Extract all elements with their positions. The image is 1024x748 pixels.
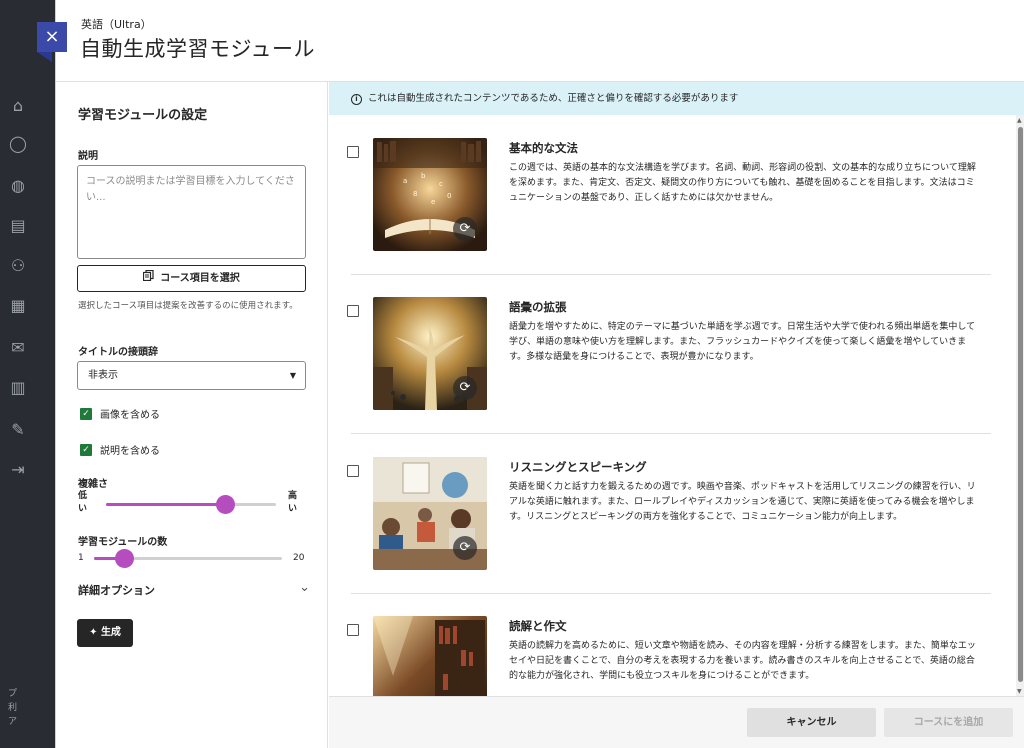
svg-text:e: e bbox=[431, 198, 435, 206]
svg-text:b: b bbox=[421, 172, 426, 180]
info-banner: i これは自動生成されたコンテンツであるため、正確さと偏りを確認する必要があります bbox=[329, 82, 1024, 115]
caret-down-icon: ▼ bbox=[289, 371, 296, 380]
background-footer-text: ア bbox=[8, 717, 18, 727]
title-prefix-label: タイトルの接頭辞 bbox=[78, 347, 158, 358]
description-textarea[interactable]: コースの説明または学習目標を入力してください... bbox=[77, 165, 306, 259]
scroll-up-icon[interactable]: ▲ bbox=[1017, 117, 1022, 124]
module-count-slider[interactable] bbox=[94, 549, 282, 568]
profile-icon: ◯ bbox=[9, 134, 27, 153]
divider bbox=[351, 274, 991, 275]
messages-icon: ✉ bbox=[11, 338, 25, 357]
title-prefix-dropdown[interactable]: 非表示 ▼ bbox=[77, 361, 306, 390]
divider bbox=[351, 433, 991, 434]
modal-footer: キャンセル コースにを追加 bbox=[329, 696, 1024, 748]
auto-generate-modal: 英語（Ultra） 自動生成学習モジュール 学習モジュールの設定 説明 コースの… bbox=[55, 0, 1024, 748]
modal-title: 自動生成学習モジュール bbox=[80, 37, 316, 61]
globe-icon: ◍ bbox=[11, 176, 25, 195]
settings-panel: 学習モジュールの設定 説明 コースの説明または学習目標を入力してください... … bbox=[56, 82, 328, 748]
svg-text:c: c bbox=[439, 180, 443, 188]
modal-subtitle: 英語（Ultra） bbox=[81, 18, 152, 31]
complexity-slider[interactable] bbox=[106, 495, 276, 514]
include-images-label: 画像を含める bbox=[100, 410, 160, 421]
module-title: 読解と作文 bbox=[509, 619, 567, 633]
svg-text:8: 8 bbox=[413, 190, 417, 198]
include-images-checkbox[interactable]: ✓ 画像を含める bbox=[80, 406, 160, 421]
module-checkbox[interactable] bbox=[347, 146, 359, 158]
courses-icon: ▤ bbox=[10, 216, 26, 235]
close-icon: × bbox=[44, 26, 60, 47]
module-list-panel: i これは自動生成されたコンテンツであるため、正確さと偏りを確認する必要があります… bbox=[329, 82, 1024, 696]
module-list-scrollbar[interactable]: ▲ ▼ bbox=[1016, 115, 1024, 696]
module-checkbox[interactable] bbox=[347, 624, 359, 636]
select-course-items-button[interactable]: コース項目を選択 bbox=[77, 265, 306, 292]
title-prefix-value: 非表示 bbox=[88, 370, 118, 381]
module-count-max: 20 bbox=[293, 553, 305, 563]
module-checkbox[interactable] bbox=[347, 465, 359, 477]
module-title: リスニングとスピーキング bbox=[509, 460, 647, 474]
module-description: この週では、英語の基本的な文法構造を学びます。名詞、動詞、形容詞の役割、文の基本… bbox=[509, 163, 976, 203]
add-to-course-button[interactable]: コースにを追加 bbox=[884, 708, 1013, 737]
info-banner-text: これは自動生成されたコンテンツであるため、正確さと偏りを確認する必要があります bbox=[368, 93, 739, 104]
include-descriptions-checkbox[interactable]: ✓ 説明を含める bbox=[80, 442, 160, 457]
module-checkbox[interactable] bbox=[347, 305, 359, 317]
modal-header: 英語（Ultra） 自動生成学習モジュール bbox=[56, 0, 1024, 82]
svg-text:0: 0 bbox=[447, 192, 451, 200]
module-title: 基本的な文法 bbox=[509, 141, 578, 155]
scrollbar-thumb[interactable] bbox=[1018, 127, 1023, 682]
chevron-down-icon: ⌄ bbox=[299, 580, 310, 595]
complexity-high-label: 高い bbox=[288, 491, 298, 514]
background-footer-text: プ bbox=[8, 689, 18, 699]
complexity-label: 複雑さ bbox=[78, 479, 108, 490]
document-stack-icon bbox=[143, 266, 154, 291]
close-button[interactable]: × bbox=[37, 22, 67, 52]
complexity-slider-fill bbox=[106, 503, 225, 506]
select-course-items-label: コース項目を選択 bbox=[160, 273, 240, 284]
advanced-options-toggle[interactable]: 詳細オプション ⌄ bbox=[78, 580, 310, 598]
module-image: ⟳ bbox=[373, 457, 487, 570]
calendar-icon: ▦ bbox=[10, 296, 26, 315]
settings-heading: 学習モジュールの設定 bbox=[78, 108, 208, 123]
info-icon: i bbox=[351, 94, 362, 105]
background-sidebar: ⌂ ◯ ◍ ▤ ⚇ ▦ ✉ ▥ ✎ ⇥ プ 利 ア bbox=[0, 0, 60, 748]
module-image: a b c 8 0 e ⟳ bbox=[373, 138, 487, 251]
module-title: 語彙の拡張 bbox=[509, 300, 567, 314]
module-description: 英語を聞く力と話す力を鍛えるための週です。映画や音楽、ポッドキャストを活用してリ… bbox=[509, 482, 976, 522]
divider bbox=[351, 593, 991, 594]
background-footer-text: 利 bbox=[8, 703, 18, 713]
svg-text:a: a bbox=[403, 177, 407, 185]
include-descriptions-label: 説明を含める bbox=[100, 446, 160, 457]
complexity-slider-thumb[interactable] bbox=[216, 495, 235, 514]
refresh-icon[interactable]: ⟳ bbox=[453, 217, 477, 241]
checkmark-icon: ✓ bbox=[80, 407, 92, 420]
module-description: 英語の読解力を高めるために、短い文章や物語を読み、その内容を理解・分析する練習を… bbox=[509, 641, 976, 681]
module-description: 語彙力を増やすために、特定のテーマに基づいた単語を学ぶ週です。日常生活や大学で使… bbox=[509, 322, 976, 362]
generate-button[interactable]: ✦ 生成 bbox=[77, 619, 133, 647]
sparkle-icon: ✦ bbox=[89, 627, 98, 638]
cancel-button[interactable]: キャンセル bbox=[747, 708, 876, 737]
close-button-tail bbox=[37, 52, 52, 62]
module-count-min: 1 bbox=[78, 553, 84, 563]
signout-icon: ⇥ bbox=[11, 460, 25, 479]
module-item: 読解と作文 英語の読解力を高めるために、短い文章や物語を読み、その内容を理解・分… bbox=[329, 616, 1019, 696]
refresh-icon[interactable]: ⟳ bbox=[453, 536, 477, 560]
refresh-icon[interactable]: ⟳ bbox=[453, 376, 477, 400]
complexity-low-label: 低い bbox=[78, 491, 88, 514]
generate-label: 生成 bbox=[100, 627, 121, 638]
organizations-icon: ⚇ bbox=[10, 256, 26, 275]
tools-icon: ✎ bbox=[11, 420, 25, 439]
institution-icon: ⌂ bbox=[12, 96, 24, 115]
helper-text: 選択したコース項目は提案を改善するのに使用されます。 bbox=[78, 301, 298, 311]
scroll-down-icon[interactable]: ▼ bbox=[1017, 688, 1022, 695]
module-image bbox=[373, 616, 487, 696]
checkmark-icon: ✓ bbox=[80, 443, 92, 456]
module-count-label: 学習モジュールの数 bbox=[78, 537, 168, 548]
description-label: 説明 bbox=[78, 151, 98, 162]
grades-icon: ▥ bbox=[10, 378, 26, 397]
module-image: ⟳ bbox=[373, 297, 487, 410]
module-count-slider-thumb[interactable] bbox=[115, 549, 134, 568]
advanced-options-label: 詳細オプション bbox=[78, 584, 155, 597]
